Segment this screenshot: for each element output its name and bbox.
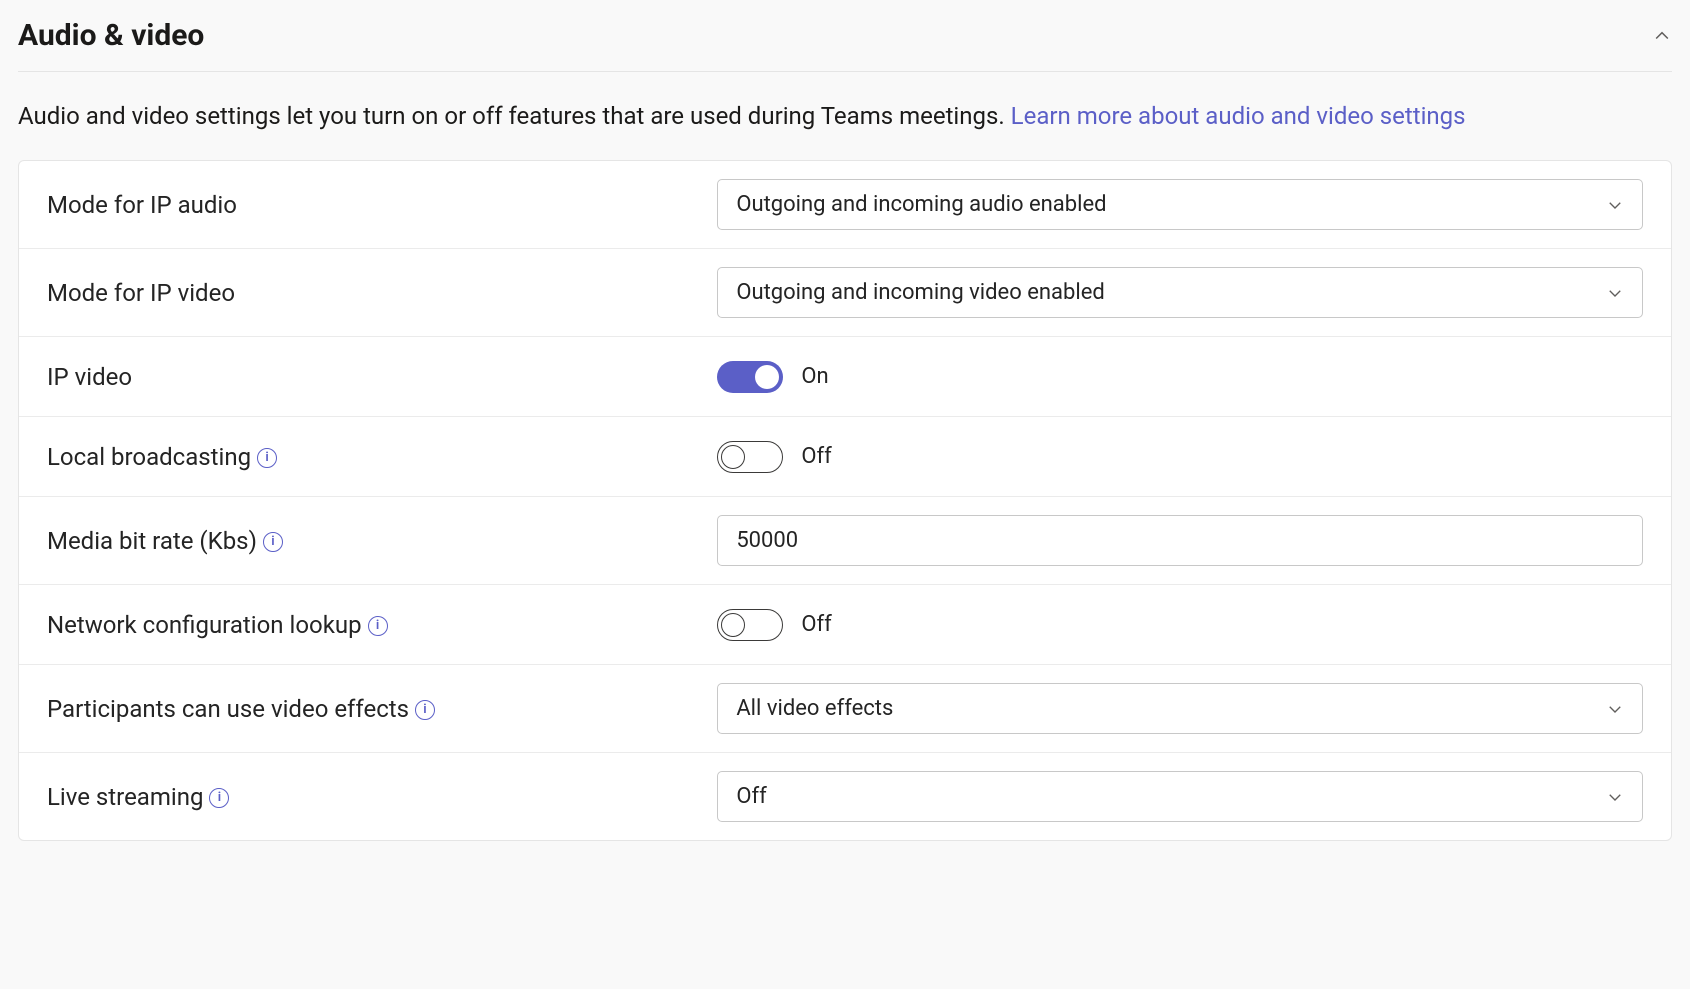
row-ip-video: IP video On: [19, 337, 1671, 417]
row-network-lookup: Network configuration lookup i Off: [19, 585, 1671, 665]
info-icon[interactable]: i: [257, 448, 277, 468]
chevron-down-icon: [1606, 700, 1624, 718]
toggle-ip-video-state: On: [801, 364, 828, 389]
chevron-down-icon: [1606, 284, 1624, 302]
label-network-lookup: Network configuration lookup: [47, 611, 362, 639]
label-ip-video: IP video: [47, 363, 717, 391]
toggle-local-broadcasting-state: Off: [801, 444, 831, 469]
select-ip-video-mode[interactable]: Outgoing and incoming video enabled: [717, 267, 1643, 318]
info-icon[interactable]: i: [209, 788, 229, 808]
chevron-down-icon: [1606, 196, 1624, 214]
label-live-streaming: Live streaming: [47, 783, 203, 811]
input-media-bitrate[interactable]: [717, 515, 1643, 566]
section-description: Audio and video settings let you turn on…: [18, 98, 1672, 134]
chevron-down-icon: [1606, 788, 1624, 806]
description-text: Audio and video settings let you turn on…: [18, 102, 1011, 130]
label-ip-video-mode: Mode for IP video: [47, 279, 717, 307]
row-live-streaming: Live streaming i Off: [19, 753, 1671, 840]
select-ip-audio-mode[interactable]: Outgoing and incoming audio enabled: [717, 179, 1643, 230]
row-video-effects: Participants can use video effects i All…: [19, 665, 1671, 753]
label-media-bitrate: Media bit rate (Kbs): [47, 527, 257, 555]
row-ip-video-mode: Mode for IP video Outgoing and incoming …: [19, 249, 1671, 337]
label-video-effects: Participants can use video effects: [47, 695, 409, 723]
toggle-local-broadcasting[interactable]: [717, 441, 783, 473]
row-media-bitrate: Media bit rate (Kbs) i: [19, 497, 1671, 585]
section-header[interactable]: Audio & video: [18, 18, 1672, 72]
select-ip-video-mode-value: Outgoing and incoming video enabled: [736, 280, 1104, 305]
info-icon[interactable]: i: [415, 700, 435, 720]
select-live-streaming[interactable]: Off: [717, 771, 1643, 822]
select-live-streaming-value: Off: [736, 784, 766, 809]
info-icon[interactable]: i: [263, 532, 283, 552]
section-title: Audio & video: [18, 18, 204, 53]
toggle-ip-video[interactable]: [717, 361, 783, 393]
select-ip-audio-mode-value: Outgoing and incoming audio enabled: [736, 192, 1106, 217]
select-video-effects-value: All video effects: [736, 696, 893, 721]
settings-panel: Mode for IP audio Outgoing and incoming …: [18, 160, 1672, 841]
row-ip-audio-mode: Mode for IP audio Outgoing and incoming …: [19, 161, 1671, 249]
chevron-up-icon: [1652, 26, 1672, 46]
label-local-broadcasting: Local broadcasting: [47, 443, 251, 471]
select-video-effects[interactable]: All video effects: [717, 683, 1643, 734]
learn-more-link[interactable]: Learn more about audio and video setting…: [1011, 102, 1466, 130]
toggle-network-lookup[interactable]: [717, 609, 783, 641]
info-icon[interactable]: i: [368, 616, 388, 636]
row-local-broadcasting: Local broadcasting i Off: [19, 417, 1671, 497]
label-ip-audio-mode: Mode for IP audio: [47, 191, 717, 219]
toggle-network-lookup-state: Off: [801, 612, 831, 637]
